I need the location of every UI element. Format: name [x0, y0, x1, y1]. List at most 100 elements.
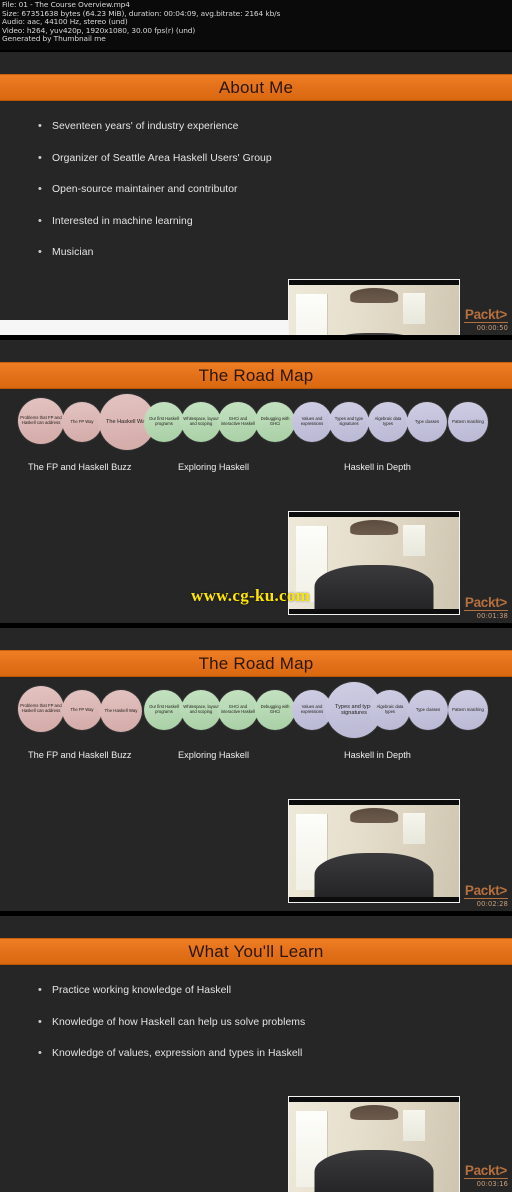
roadmap-node[interactable]: Debugging with GHCi	[255, 690, 295, 730]
metadata-line-generator: Generated by Thumbnail me	[2, 34, 106, 44]
webcam-window-secondary	[402, 813, 425, 844]
slide-title-bar: About Me	[0, 74, 512, 101]
packt-logo: Packt>	[463, 307, 508, 323]
bullet-dot-icon: •	[38, 120, 42, 132]
list-item: • Organizer of Seattle Area Haskell User…	[38, 152, 338, 165]
slide-title: The Road Map	[198, 653, 314, 673]
frame-timestamp: 00:03:16	[476, 1180, 508, 1188]
section-label: The FP and Haskell Buzz	[28, 462, 132, 472]
roadmap-node[interactable]: Algebraic data types	[370, 690, 410, 730]
bullet-dot-icon: •	[38, 1047, 42, 1059]
packt-branding: Packt> 00:01:38	[463, 595, 508, 620]
slide-title: What You'll Learn	[188, 941, 324, 961]
packt-branding: Packt> 00:02:28	[463, 883, 508, 908]
webcam-overlay	[288, 511, 460, 615]
roadmap-node[interactable]: Whitespace, layout and scoping	[181, 690, 221, 730]
roadmap-node[interactable]: The FP Way	[62, 402, 102, 442]
packt-branding: Packt> 00:00:50	[463, 307, 508, 332]
video-frame-3[interactable]: The Road Map Problems that FP and Haskel…	[0, 628, 512, 911]
section-label: Exploring Haskell	[178, 462, 249, 472]
bullet-text: Seventeen years' of industry experience	[52, 121, 239, 132]
video-frame-2[interactable]: The Road Map Problems that FP and Haskel…	[0, 340, 512, 623]
bullet-dot-icon: •	[38, 246, 42, 258]
roadmap-node[interactable]: GHCi and interactive Haskell	[218, 402, 258, 442]
roadmap-node[interactable]: The Haskell Way	[100, 690, 142, 732]
roadmap-node[interactable]: Problems that FP and Haskell can address	[18, 686, 64, 732]
letterbox-top	[289, 280, 459, 286]
section-label: Exploring Haskell	[178, 750, 249, 760]
list-item: • Open-source maintainer and contributor	[38, 183, 338, 196]
roadmap-node[interactable]: Algebraic data types	[368, 402, 408, 442]
section-label: The FP and Haskell Buzz	[28, 750, 132, 760]
roadmap-section-labels: The FP and Haskell Buzz Exploring Haskel…	[0, 462, 512, 480]
letterbox-bottom	[289, 896, 459, 902]
roadmap-node[interactable]: Whitespace, layout and scoping	[181, 402, 221, 442]
roadmap-node[interactable]: GHCi and interactive Haskell	[218, 690, 258, 730]
section-label: Haskell in Depth	[344, 462, 411, 472]
list-item: • Knowledge of values, expression and ty…	[38, 1047, 338, 1060]
bullet-text: Knowledge of how Haskell can help us sol…	[52, 1016, 306, 1028]
webcam-presenter-hair	[350, 520, 398, 536]
slide-title-bar: The Road Map	[0, 650, 512, 677]
letterbox-top	[289, 1097, 459, 1103]
slide-title-bar: What You'll Learn	[0, 938, 512, 965]
webcam-presenter-hair	[350, 1105, 398, 1121]
webcam-overlay	[288, 1096, 460, 1192]
webcam-presenter-body	[314, 853, 434, 902]
slide-title-bar: The Road Map	[0, 362, 512, 389]
roadmap-node[interactable]: Pattern matching	[448, 690, 488, 730]
roadmap-node[interactable]: Debugging with GHCi	[255, 402, 295, 442]
video-frame-4[interactable]: What You'll Learn • Practice working kno…	[0, 916, 512, 1192]
roadmap-node[interactable]: Type classes	[407, 402, 447, 442]
bullet-text: Open-source maintainer and contributor	[52, 184, 238, 195]
frame-timestamp: 00:00:50	[476, 324, 508, 332]
roadmap-diagram: Problems that FP and Haskell can address…	[0, 680, 512, 750]
bullet-dot-icon: •	[38, 151, 42, 164]
bullet-list: • Seventeen years' of industry experienc…	[38, 120, 338, 278]
bullet-dot-icon: •	[38, 984, 42, 996]
list-item: • Seventeen years' of industry experienc…	[38, 120, 338, 133]
webcam-overlay	[288, 279, 460, 335]
roadmap-node[interactable]: Pattern matching	[448, 402, 488, 442]
roadmap-node[interactable]: Values and expressions	[292, 402, 332, 442]
webcam-presenter-body	[314, 565, 434, 614]
frame-timestamp: 00:02:28	[476, 900, 508, 908]
roadmap-node[interactable]: The FP Way	[62, 690, 102, 730]
bullet-text: Practice working knowledge of Haskell	[52, 985, 232, 996]
packt-logo: Packt>	[463, 1163, 508, 1179]
list-item: • Musician	[38, 246, 338, 259]
site-watermark: www.cg-ku.com	[191, 586, 311, 605]
slide-title: The Road Map	[198, 365, 314, 385]
bullet-text: Musician	[52, 247, 94, 258]
roadmap-node[interactable]: Type classes	[408, 690, 448, 730]
bullet-text: Organizer of Seattle Area Haskell Users'…	[52, 152, 272, 164]
roadmap-node[interactable]: Problems that FP and Haskell can address	[18, 398, 64, 444]
roadmap-node[interactable]: Our first Haskell programs	[144, 690, 184, 730]
webcam-overlay	[288, 799, 460, 903]
packt-branding: Packt> 00:03:16	[463, 1163, 508, 1188]
bullet-text: Interested in machine learning	[52, 215, 193, 227]
bullet-dot-icon: •	[38, 1015, 42, 1028]
webcam-presenter-hair	[350, 808, 398, 824]
section-label: Haskell in Depth	[344, 750, 411, 760]
webcam-presenter-body	[314, 1150, 434, 1192]
webcam-window-secondary	[402, 1110, 425, 1141]
letterbox-bottom	[289, 608, 459, 614]
bullet-text: Knowledge of values, expression and type…	[52, 1048, 303, 1059]
packt-logo: Packt>	[463, 883, 508, 899]
roadmap-node[interactable]: Types and type signatures	[329, 402, 369, 442]
webcam-presenter-hair	[350, 288, 398, 304]
webcam-window-secondary	[402, 525, 425, 556]
bullet-dot-icon: •	[38, 183, 42, 195]
roadmap-section-labels: The FP and Haskell Buzz Exploring Haskel…	[0, 750, 512, 768]
list-item: • Interested in machine learning	[38, 215, 338, 228]
bullet-dot-icon: •	[38, 214, 42, 227]
video-frame-1[interactable]: About Me • Seventeen years' of industry …	[0, 52, 512, 335]
thumbnail-contact-sheet: File: 01 - The Course Overview.mp4 Size:…	[0, 0, 512, 1192]
webcam-window	[295, 294, 329, 335]
packt-logo: Packt>	[463, 595, 508, 611]
roadmap-node[interactable]: Our first Haskell programs	[144, 402, 184, 442]
roadmap-diagram: Problems that FP and Haskell can address…	[0, 392, 512, 462]
list-item: • Practice working knowledge of Haskell	[38, 984, 338, 997]
letterbox-top	[289, 512, 459, 518]
